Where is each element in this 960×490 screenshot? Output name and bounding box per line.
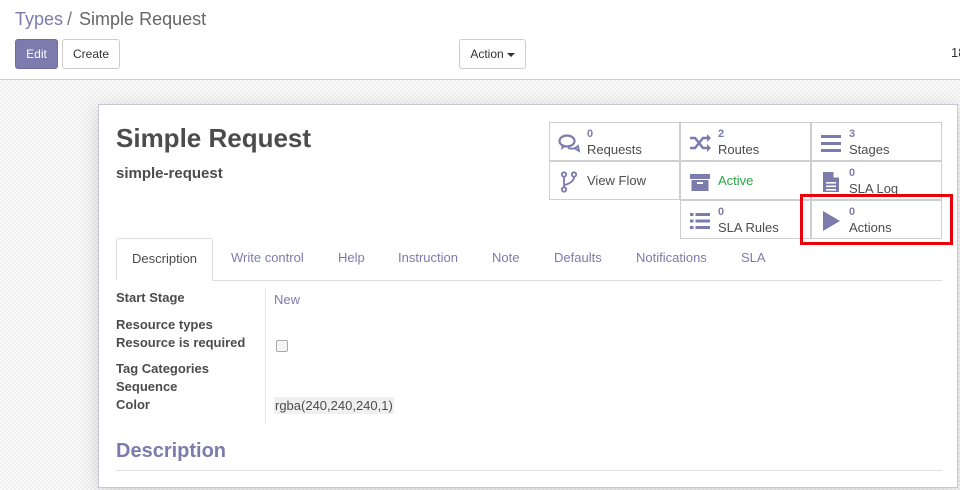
routes-stat-button[interactable]: 2 Routes (680, 122, 811, 161)
record-title: Simple Request (116, 123, 312, 153)
active-toggle-button[interactable]: Active (680, 161, 811, 200)
field-divider (265, 288, 266, 424)
tab-notifications[interactable]: Notifications (636, 238, 707, 280)
routes-count: 2 (718, 128, 725, 140)
color-label: Color (116, 397, 150, 412)
tab-defaults[interactable]: Defaults (554, 238, 602, 280)
active-label: Active (718, 173, 754, 188)
control-panel: Types / Simple Request Edit Create Action … (0, 0, 960, 80)
archive-icon (690, 174, 710, 191)
tag-categories-label: Tag Categories (116, 361, 209, 376)
action-dropdown-button[interactable]: Action (459, 39, 526, 69)
sla-log-count: 0 (849, 167, 856, 179)
notebook-tabs: Description Write control Help Instructi… (116, 238, 942, 281)
resource-required-label: Resource is required (116, 335, 246, 350)
tab-description[interactable]: Description (116, 238, 214, 281)
edit-button[interactable]: Edit (15, 39, 58, 69)
stages-label: Stages (849, 142, 890, 157)
shuffle-icon (690, 134, 711, 152)
resource-types-label: Resource types (116, 317, 213, 332)
sla-rules-count: 0 (718, 206, 725, 218)
start-stage-label: Start Stage (116, 290, 185, 305)
create-button[interactable]: Create (62, 39, 120, 69)
requests-label: Requests (587, 142, 642, 157)
tab-instruction[interactable]: Instruction (398, 238, 458, 280)
breadcrumb: Types / Simple Request (15, 9, 206, 30)
breadcrumb-types-link[interactable]: Types (15, 9, 63, 29)
sla-rules-stat-button[interactable]: 0 SLA Rules (680, 200, 811, 239)
view-flow-button[interactable]: View Flow (549, 161, 680, 200)
sequence-label: Sequence (116, 379, 178, 394)
requests-count: 0 (587, 128, 594, 140)
stages-count: 3 (849, 128, 856, 140)
tab-note[interactable]: Note (492, 238, 519, 280)
tab-help[interactable]: Help (338, 238, 365, 280)
tab-write-control[interactable]: Write control (231, 238, 304, 280)
file-text-icon (823, 172, 839, 192)
sla-rules-label: SLA Rules (718, 220, 779, 235)
bars-icon (821, 135, 841, 152)
code-fork-icon (560, 171, 578, 193)
form-sheet: Simple Request simple-request 0 Requests… (98, 104, 958, 488)
breadcrumb-current: Simple Request (79, 9, 207, 29)
requests-stat-button[interactable]: 0 Requests (549, 122, 680, 161)
routes-label: Routes (718, 142, 760, 157)
list-icon (690, 213, 710, 229)
record-code: simple-request (116, 165, 223, 182)
caret-down-icon (506, 52, 515, 57)
action-label: Action (470, 47, 504, 61)
pager-value[interactable]: 18 (951, 45, 960, 60)
resource-required-checkbox[interactable] (276, 340, 288, 352)
breadcrumb-separator: / (67, 9, 73, 29)
start-stage-value[interactable]: New (274, 292, 300, 307)
color-value[interactable]: rgba(240,240,240,1) (274, 397, 394, 414)
section-divider (116, 470, 942, 471)
tab-sla[interactable]: SLA (741, 238, 766, 280)
view-flow-label: View Flow (587, 173, 647, 188)
comments-icon (558, 134, 580, 153)
description-section-title: Description (116, 440, 227, 462)
stages-stat-button[interactable]: 3 Stages (811, 122, 942, 161)
